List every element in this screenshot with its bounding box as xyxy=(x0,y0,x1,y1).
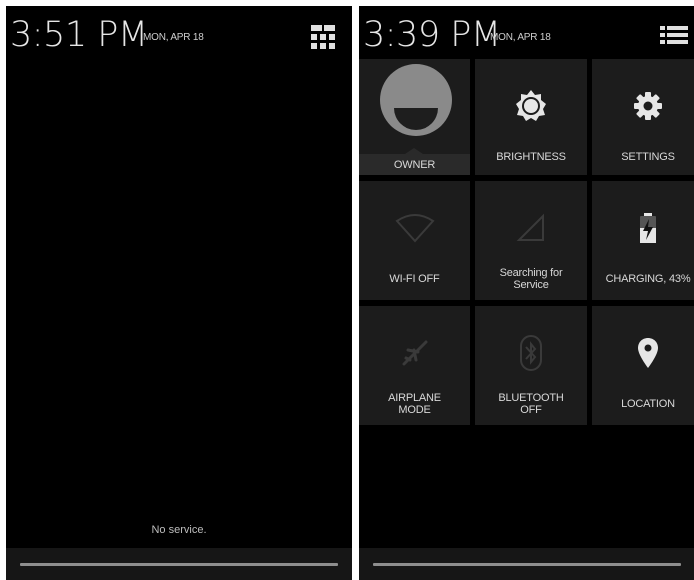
drag-handle-line xyxy=(20,563,338,566)
tile-label: BRIGHTNESS xyxy=(496,151,566,163)
tile-label: OWNER xyxy=(393,159,436,171)
tile-label: BLUETOOTH OFF xyxy=(498,392,564,416)
tile-location[interactable]: LOCATION xyxy=(592,306,694,425)
tile-wifi[interactable]: WI-FI OFF xyxy=(359,181,470,300)
clock-date: MON, APR 18 xyxy=(143,32,204,43)
tile-bluetooth[interactable]: BLUETOOTH OFF xyxy=(475,306,587,425)
signal-icon xyxy=(475,209,587,247)
shade-drag-handle[interactable] xyxy=(6,548,352,580)
tile-owner[interactable]: OWNER xyxy=(359,59,470,175)
tile-label: SETTINGS xyxy=(621,151,675,163)
tile-label: Searching for Service xyxy=(499,267,563,291)
drag-handle-line xyxy=(373,563,681,566)
tile-label: WI-FI OFF xyxy=(389,273,440,285)
tile-mobile-signal[interactable]: Searching for Service xyxy=(475,181,587,300)
clock-date: MON, APR 18 xyxy=(490,32,551,43)
clock-time: 3:39 PM xyxy=(363,15,501,55)
tile-brightness[interactable]: BRIGHTNESS xyxy=(475,59,587,175)
tile-airplane-mode[interactable]: AIRPLANE MODE xyxy=(359,306,470,425)
location-pin-icon xyxy=(592,334,694,372)
gear-icon xyxy=(592,87,694,125)
lockscreen-shade: 3:51 PM MON, APR 18 No service. xyxy=(6,6,352,580)
quick-settings-grid: OWNER BRIGHTNESS SETTINGS WI-FI OFF Sear… xyxy=(359,59,694,425)
tile-label: LOCATION xyxy=(621,398,675,410)
tile-label: CHARGING, 43% xyxy=(605,273,691,285)
user-avatar-icon xyxy=(380,64,452,136)
no-service-status: No service. xyxy=(151,524,207,536)
tile-label: AIRPLANE MODE xyxy=(388,392,441,416)
tile-battery[interactable]: CHARGING, 43% xyxy=(592,181,694,300)
notifications-list-icon[interactable] xyxy=(659,23,689,51)
quick-settings-panel: 3:39 PM MON, APR 18 OWNER BRIGHTNESS SET… xyxy=(359,6,694,580)
wifi-off-icon xyxy=(359,209,470,247)
battery-charging-icon xyxy=(592,209,694,247)
clock-time: 3:51 PM xyxy=(10,15,148,55)
airplane-icon xyxy=(359,334,470,372)
brightness-icon xyxy=(475,87,587,125)
bluetooth-icon xyxy=(475,334,587,372)
quick-settings-grid-icon[interactable] xyxy=(309,23,337,51)
tile-settings[interactable]: SETTINGS xyxy=(592,59,694,175)
shade-drag-handle[interactable] xyxy=(359,548,694,580)
